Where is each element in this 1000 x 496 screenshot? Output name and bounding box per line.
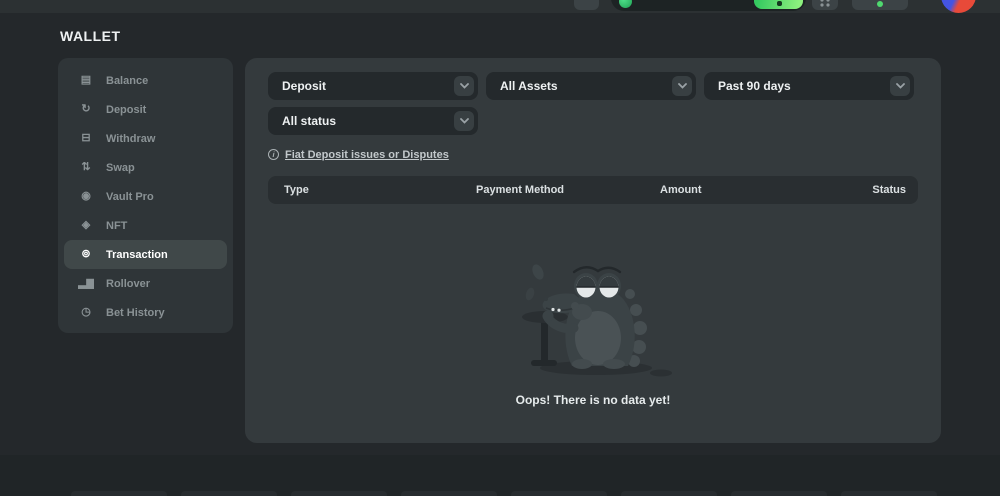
footer-tile bbox=[731, 491, 827, 496]
asset-select[interactable]: All Assets bbox=[486, 72, 696, 100]
status-select[interactable]: All status bbox=[268, 107, 478, 135]
period-value: Past 90 days bbox=[718, 79, 791, 93]
bet-history-icon: ◷ bbox=[78, 307, 94, 318]
deposit-button[interactable] bbox=[754, 0, 803, 9]
sleepy-crocodile-illustration bbox=[508, 242, 678, 382]
sidebar-item-label: Transaction bbox=[106, 249, 168, 261]
grid-icon bbox=[819, 0, 831, 7]
sidebar-item-label: Rollover bbox=[106, 278, 150, 290]
promo-button[interactable] bbox=[852, 0, 908, 10]
footer-tile bbox=[401, 491, 497, 496]
coin-icon bbox=[619, 0, 632, 8]
sidebar-item-balance[interactable]: ▤ Balance bbox=[64, 66, 227, 95]
table-header: TypePayment MethodAmountStatus bbox=[268, 176, 918, 204]
footer-tile bbox=[621, 491, 717, 496]
footer-tile bbox=[511, 491, 607, 496]
chevron-down-icon bbox=[890, 76, 910, 96]
withdraw-icon: ⊟ bbox=[78, 133, 94, 144]
transaction-type-value: Deposit bbox=[282, 79, 326, 93]
asset-value: All Assets bbox=[500, 79, 558, 93]
sidebar-item-label: Swap bbox=[106, 162, 135, 174]
period-select[interactable]: Past 90 days bbox=[704, 72, 914, 100]
transaction-type-select[interactable]: Deposit bbox=[268, 72, 478, 100]
info-icon: i bbox=[268, 149, 279, 160]
sidebar-item-label: NFT bbox=[106, 220, 127, 232]
column-header: Status bbox=[872, 184, 906, 196]
sidebar-item-vault-pro[interactable]: ◉ Vault Pro bbox=[64, 182, 227, 211]
footer-tiles bbox=[71, 491, 937, 496]
wallet-sidebar: ▤ Balance ↻ Deposit ⊟ Withdraw ⇅ Swap ◉ … bbox=[58, 58, 233, 333]
column-header: Payment Method bbox=[476, 184, 660, 196]
transaction-panel: Deposit All Assets Past 90 days All stat… bbox=[245, 58, 941, 443]
deposit-icon: ↻ bbox=[78, 104, 94, 115]
footer-tile bbox=[841, 491, 937, 496]
chevron-down-icon bbox=[672, 76, 692, 96]
topbar-icon-button[interactable] bbox=[574, 0, 599, 10]
column-header: Amount bbox=[660, 184, 872, 196]
user-avatar[interactable] bbox=[941, 0, 976, 13]
nft-icon: ◈ bbox=[78, 220, 94, 231]
apps-grid-button[interactable] bbox=[812, 0, 838, 10]
footer-tile bbox=[291, 491, 387, 496]
status-value: All status bbox=[282, 114, 336, 128]
sidebar-item-swap[interactable]: ⇅ Swap bbox=[64, 153, 227, 182]
rollover-icon: ▂▆ bbox=[78, 278, 94, 289]
sidebar-item-rollover[interactable]: ▂▆ Rollover bbox=[64, 269, 227, 298]
vault-icon: ◉ bbox=[78, 191, 94, 202]
wallet-balance-pill[interactable] bbox=[611, 0, 806, 11]
sidebar-item-nft[interactable]: ◈ NFT bbox=[64, 211, 227, 240]
sidebar-item-deposit[interactable]: ↻ Deposit bbox=[64, 95, 227, 124]
fiat-dispute-link[interactable]: Fiat Deposit issues or Disputes bbox=[285, 149, 449, 161]
sidebar-item-label: Deposit bbox=[106, 104, 146, 116]
sidebar-item-label: Bet History bbox=[106, 307, 165, 319]
swap-icon: ⇅ bbox=[78, 162, 94, 173]
footer-tile bbox=[181, 491, 277, 496]
sidebar-item-transaction[interactable]: ⊚ Transaction bbox=[64, 240, 227, 269]
empty-state-message: Oops! There is no data yet! bbox=[268, 393, 918, 407]
transaction-icon: ⊚ bbox=[78, 249, 94, 260]
topbar bbox=[0, 0, 1000, 13]
sidebar-item-withdraw[interactable]: ⊟ Withdraw bbox=[64, 124, 227, 153]
page-title: WALLET bbox=[60, 28, 121, 44]
footer-tile bbox=[71, 491, 167, 496]
chevron-down-icon bbox=[454, 76, 474, 96]
column-header: Type bbox=[284, 184, 476, 196]
footer bbox=[0, 455, 1000, 496]
wallet-icon: ▤ bbox=[78, 75, 94, 86]
sidebar-item-bet-history[interactable]: ◷ Bet History bbox=[64, 298, 227, 327]
sidebar-item-label: Vault Pro bbox=[106, 191, 154, 203]
sidebar-item-label: Balance bbox=[106, 75, 148, 87]
empty-state: Oops! There is no data yet! bbox=[268, 242, 918, 407]
chevron-down-icon bbox=[454, 111, 474, 131]
sidebar-item-label: Withdraw bbox=[106, 133, 155, 145]
